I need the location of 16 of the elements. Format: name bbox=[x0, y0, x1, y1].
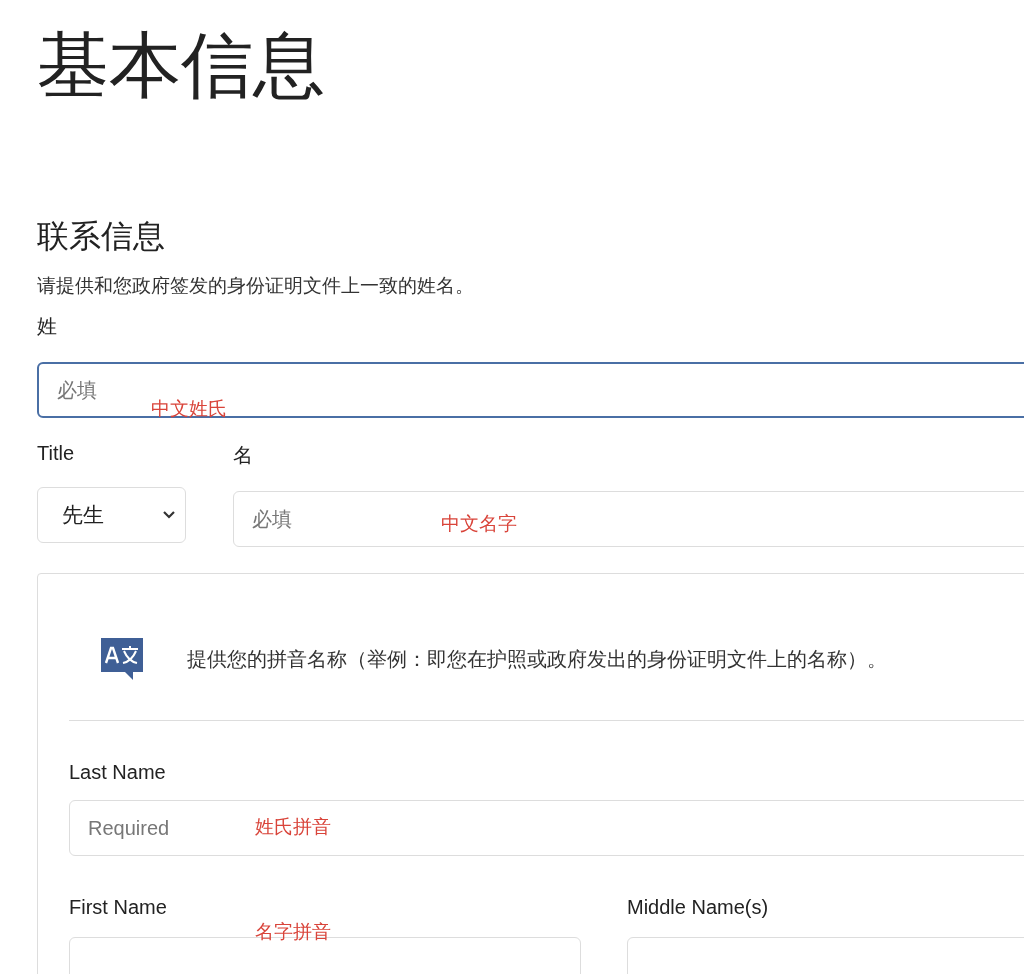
title-dropdown[interactable]: 先生 bbox=[37, 487, 186, 544]
chevron-down-icon bbox=[163, 511, 175, 520]
annotation-text: 中文姓氏 bbox=[151, 396, 227, 422]
page-title: 基本信息 bbox=[37, 24, 326, 107]
field-label: Middle Name(s) bbox=[627, 896, 770, 920]
field-label: 姓 bbox=[37, 313, 58, 341]
section-title: 联系信息 bbox=[37, 216, 166, 256]
field-label: Last Name bbox=[69, 761, 167, 785]
notice-text: 提供您的拼音名称（举例：即您在护照或政府发出的身份证明文件上的名称）。 bbox=[187, 645, 887, 673]
annotation-text: 姓氏拼音 bbox=[255, 814, 331, 840]
field-label: Title bbox=[37, 442, 76, 466]
annotation-text: 名字拼音 bbox=[255, 919, 331, 945]
field-label: First Name bbox=[69, 896, 168, 920]
field-label: 名 bbox=[233, 442, 254, 470]
annotation-text: 中文名字 bbox=[441, 511, 517, 537]
section-description: 请提供和您政府签发的身份证明文件上一致的姓名。 bbox=[37, 273, 475, 299]
